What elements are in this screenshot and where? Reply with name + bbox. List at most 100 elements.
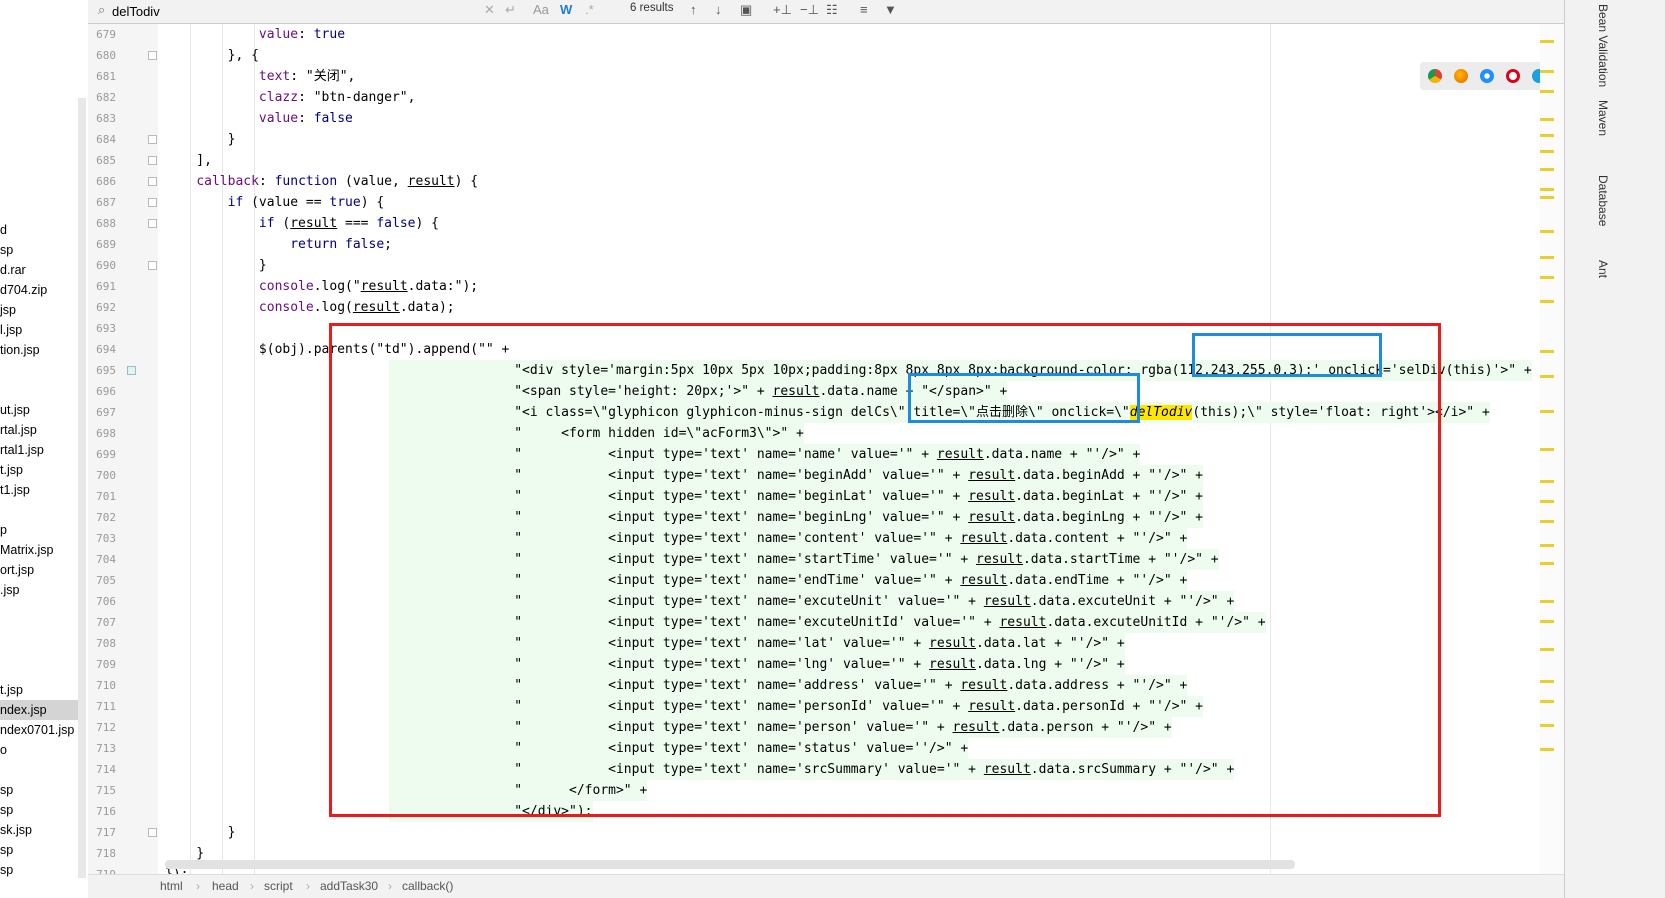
search-result-marker[interactable] — [1540, 562, 1554, 565]
remove-occurrence-icon[interactable]: −⊥ — [800, 2, 819, 18]
search-result-marker[interactable] — [1540, 90, 1554, 93]
search-result-marker[interactable] — [1540, 196, 1554, 199]
file-tree-item[interactable]: ndex.jsp — [0, 700, 78, 720]
opera-icon[interactable] — [1506, 69, 1520, 83]
tab-bean-validation[interactable]: Bean Validation — [1596, 4, 1610, 87]
file-tree-item[interactable]: tion.jsp — [0, 340, 40, 360]
file-tree-item[interactable]: sp — [0, 240, 13, 260]
search-result-marker[interactable] — [1540, 520, 1554, 523]
tab-maven[interactable]: Maven — [1596, 100, 1610, 136]
code-line[interactable]: value: false — [165, 108, 353, 129]
code-line[interactable]: if (value == true) { — [165, 192, 385, 213]
file-tree-item[interactable]: p — [0, 520, 7, 540]
file-tree-item[interactable]: l.jsp — [0, 320, 22, 340]
search-result-marker[interactable] — [1540, 410, 1554, 413]
search-result-marker[interactable] — [1540, 276, 1554, 279]
file-tree-item[interactable]: d704.zip — [0, 280, 47, 300]
search-result-marker[interactable] — [1540, 700, 1554, 703]
select-all-occurrences-icon[interactable]: ▣ — [740, 2, 752, 18]
file-tree-item[interactable]: .jsp — [0, 580, 19, 600]
file-tree-item[interactable]: o — [0, 740, 7, 760]
search-result-marker[interactable] — [1540, 350, 1554, 353]
search-result-marker[interactable] — [1540, 724, 1554, 727]
code-line[interactable]: console.log(result.data); — [165, 297, 455, 318]
search-result-marker[interactable] — [1540, 168, 1554, 171]
project-file-tree[interactable]: d sp d.rar d704.zip jsp l.jsp tion.jsp ut.jsp rt… — [0, 0, 88, 898]
next-occurrence-icon[interactable]: ↓ — [715, 2, 722, 17]
file-tree-item[interactable]: rtal1.jsp — [0, 440, 44, 460]
search-result-marker[interactable] — [1540, 256, 1554, 259]
fold-marker-icon[interactable] — [148, 135, 157, 144]
safari-icon[interactable] — [1480, 69, 1494, 83]
clear-search-icon[interactable]: ✕ — [484, 2, 495, 18]
fold-marker-icon[interactable] — [148, 51, 157, 60]
regex-toggle[interactable]: .* — [585, 2, 594, 17]
code-line[interactable]: }, { — [165, 45, 259, 66]
file-tree-scrollbar[interactable] — [78, 98, 86, 878]
history-icon[interactable]: ↵ — [505, 2, 516, 18]
search-result-marker[interactable] — [1540, 40, 1554, 43]
code-line[interactable]: return false; — [165, 234, 392, 255]
code-line[interactable]: ], — [165, 150, 212, 171]
code-line[interactable]: } — [165, 822, 236, 843]
file-tree-item[interactable]: d.rar — [0, 260, 26, 280]
search-result-marker[interactable] — [1540, 648, 1554, 651]
search-result-marker[interactable] — [1540, 448, 1554, 451]
file-tree-item[interactable]: jsp — [0, 300, 16, 320]
file-tree-item[interactable]: ort.jsp — [0, 560, 34, 580]
filter-lines-icon[interactable]: ≡ — [860, 2, 868, 17]
file-tree-item[interactable]: sp — [0, 840, 13, 860]
file-tree-item[interactable]: sp — [0, 860, 13, 880]
firefox-icon[interactable] — [1454, 69, 1468, 83]
search-result-marker[interactable] — [1540, 300, 1554, 303]
search-result-marker[interactable] — [1540, 150, 1554, 153]
file-tree-item[interactable]: rtal.jsp — [0, 420, 37, 440]
tab-ant[interactable]: Ant — [1596, 260, 1610, 278]
file-tree-item[interactable]: t.jsp — [0, 680, 23, 700]
search-result-marker[interactable] — [1540, 620, 1554, 623]
tab-database[interactable]: Database — [1596, 175, 1610, 226]
file-tree-item[interactable]: t.jsp — [0, 460, 23, 480]
code-line[interactable]: text: "关闭", — [165, 66, 355, 87]
fold-marker-icon[interactable] — [148, 828, 157, 837]
whole-words-toggle[interactable]: W — [560, 2, 572, 17]
search-result-marker[interactable] — [1540, 375, 1554, 378]
search-result-marker[interactable] — [1540, 748, 1554, 751]
search-result-marker[interactable] — [1540, 118, 1554, 121]
select-all-icon[interactable]: ☷ — [826, 2, 838, 18]
search-result-marker[interactable] — [1540, 500, 1554, 503]
filter-icon[interactable]: ▼ — [884, 2, 897, 17]
file-tree-item[interactable]: Matrix.jsp — [0, 540, 53, 560]
chrome-icon[interactable] — [1428, 69, 1442, 83]
search-result-marker[interactable] — [1540, 188, 1554, 191]
fold-marker-icon[interactable] — [148, 261, 157, 270]
match-case-toggle[interactable]: Aa — [533, 2, 549, 17]
file-tree-item[interactable]: sk.jsp — [0, 820, 32, 840]
fold-marker-icon[interactable] — [148, 198, 157, 207]
search-result-marker[interactable] — [1540, 600, 1554, 603]
code-line[interactable]: clazz: "btn-danger", — [165, 87, 416, 108]
search-result-marker[interactable] — [1540, 544, 1554, 547]
horizontal-scrollbar[interactable] — [165, 860, 1295, 869]
code-line[interactable]: value: true — [165, 24, 345, 45]
search-result-marker[interactable] — [1540, 70, 1554, 73]
search-result-marker[interactable] — [1540, 230, 1554, 233]
file-tree-item[interactable]: sp — [0, 780, 13, 800]
add-occurrence-icon[interactable]: +⊥ — [773, 2, 792, 18]
breadcrumb-item[interactable]: addTask30 — [320, 879, 378, 893]
breadcrumb-item[interactable]: callback() — [402, 879, 453, 893]
search-result-marker[interactable] — [1540, 480, 1554, 483]
fold-marker-icon[interactable] — [148, 177, 157, 186]
code-line[interactable]: if (result === false) { — [165, 213, 439, 234]
file-tree-item[interactable]: ut.jsp — [0, 400, 30, 420]
file-tree-item[interactable]: sp — [0, 800, 13, 820]
fold-marker-icon[interactable] — [148, 219, 157, 228]
code-line[interactable]: console.log("result.data:"); — [165, 276, 478, 297]
breadcrumb-item[interactable]: head — [212, 879, 239, 893]
breadcrumb-item[interactable]: html — [160, 879, 183, 893]
file-tree-item[interactable]: d — [0, 220, 7, 240]
code-line[interactable]: callback: function (value, result) { — [165, 171, 478, 192]
file-tree-item[interactable]: t1.jsp — [0, 480, 30, 500]
file-tree-item[interactable]: ndex0701.jsp — [0, 720, 74, 740]
search-result-marker[interactable] — [1540, 134, 1554, 137]
